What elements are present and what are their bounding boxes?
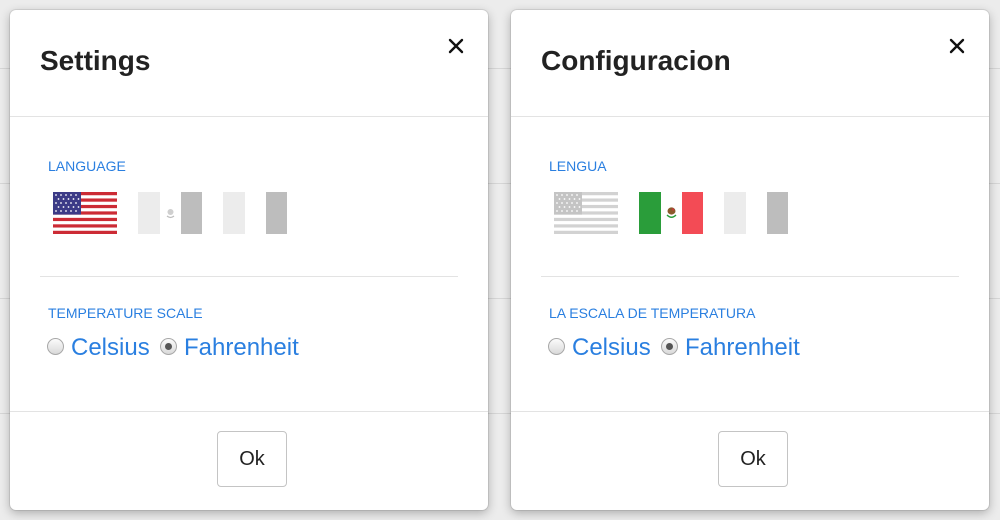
temperature-section-label: LA ESCALA DE TEMPERATURA bbox=[549, 305, 756, 321]
close-icon bbox=[448, 38, 464, 54]
dialog-title: Configuracion bbox=[541, 45, 731, 76]
us-flag-button[interactable] bbox=[554, 192, 618, 234]
language-section-label: LENGUA bbox=[549, 158, 607, 174]
settings-dialog-spanish: Configuracion LENGUA LA ESCALA DE TEMPER… bbox=[511, 10, 989, 510]
header-divider bbox=[511, 116, 989, 117]
footer-divider bbox=[10, 411, 488, 412]
section-divider bbox=[40, 276, 458, 277]
language-section-label: LANGUAGE bbox=[48, 158, 126, 174]
us-flag-icon bbox=[53, 192, 117, 234]
close-icon bbox=[949, 38, 965, 54]
temperature-section-label: TEMPERATURE SCALE bbox=[48, 305, 203, 321]
section-divider bbox=[541, 276, 959, 277]
fahrenheit-radio[interactable] bbox=[160, 338, 177, 355]
header-divider bbox=[10, 116, 488, 117]
italy-flag-button[interactable] bbox=[223, 192, 287, 234]
mexico-flag-icon bbox=[138, 192, 202, 234]
celsius-label: Celsius bbox=[572, 334, 651, 361]
close-button[interactable] bbox=[945, 34, 969, 58]
settings-dialog-english: Settings LANGUAGE TEMPERATURE SCALE Cels… bbox=[10, 10, 488, 510]
close-button[interactable] bbox=[444, 34, 468, 58]
ok-button[interactable]: Ok bbox=[718, 431, 788, 487]
celsius-radio[interactable] bbox=[47, 338, 64, 355]
dialog-title: Settings bbox=[40, 45, 151, 76]
footer-divider bbox=[511, 411, 989, 412]
ok-button[interactable]: Ok bbox=[217, 431, 287, 487]
mexico-flag-button[interactable] bbox=[639, 192, 703, 234]
mexico-flag-button[interactable] bbox=[138, 192, 202, 234]
mexico-flag-icon bbox=[639, 192, 703, 234]
celsius-label: Celsius bbox=[71, 334, 150, 361]
italy-flag-icon bbox=[724, 192, 788, 234]
celsius-radio[interactable] bbox=[548, 338, 565, 355]
italy-flag-button[interactable] bbox=[724, 192, 788, 234]
fahrenheit-label: Fahrenheit bbox=[184, 334, 299, 361]
italy-flag-icon bbox=[223, 192, 287, 234]
us-flag-icon bbox=[554, 192, 618, 234]
fahrenheit-radio[interactable] bbox=[661, 338, 678, 355]
fahrenheit-label: Fahrenheit bbox=[685, 334, 800, 361]
us-flag-button[interactable] bbox=[53, 192, 117, 234]
